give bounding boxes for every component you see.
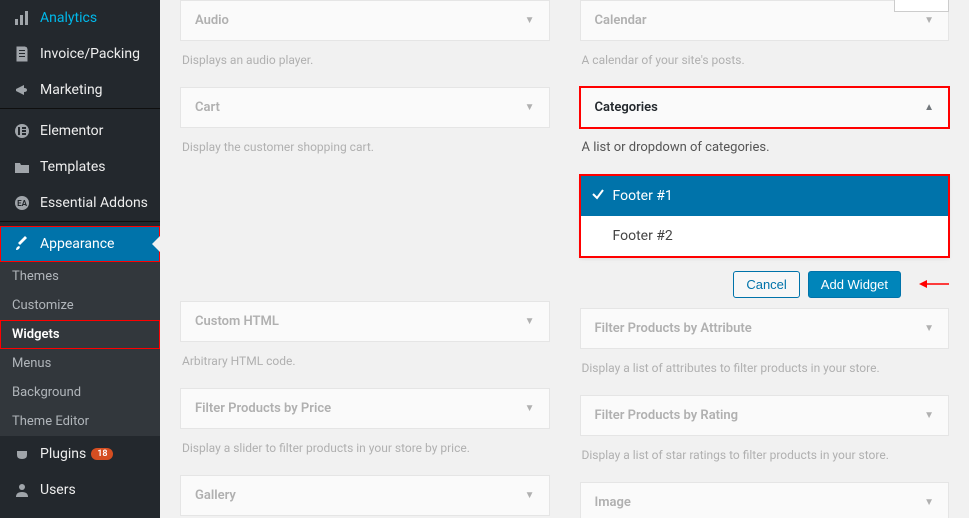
sidebar-item-label: Essential Addons xyxy=(40,195,148,211)
folder-icon xyxy=(12,157,32,177)
chevron-down-icon: ▼ xyxy=(924,323,934,334)
sidebar-item-label: Plugins xyxy=(40,446,86,462)
analytics-icon xyxy=(12,8,32,28)
check-icon xyxy=(591,187,605,205)
widget-categories-desc: A list or dropdown of categories. xyxy=(580,128,950,175)
essential-addons-icon: EA xyxy=(12,193,32,213)
widget-filter-attribute-desc: Display a list of attributes to filter p… xyxy=(580,349,950,395)
sidebar-item-essential-addons[interactable]: EA Essential Addons xyxy=(0,185,160,221)
chevron-down-icon: ▼ xyxy=(525,316,535,327)
chevron-down-icon: ▼ xyxy=(924,410,934,421)
brush-icon xyxy=(12,234,32,254)
sidebar-item-label: Users xyxy=(40,482,76,498)
document-icon xyxy=(12,44,32,64)
sidebar-item-label: Appearance xyxy=(40,236,114,252)
annotation-arrow-icon xyxy=(919,272,949,297)
widget-audio-desc: Displays an audio player. xyxy=(180,41,550,87)
chevron-down-icon: ▼ xyxy=(924,15,934,26)
sidebar-item-label: Analytics xyxy=(40,10,97,26)
submenu-themes[interactable]: Themes xyxy=(0,262,160,291)
widget-filter-attribute[interactable]: Filter Products by Attribute ▼ xyxy=(580,308,950,349)
plugin-icon xyxy=(12,444,32,464)
chevron-down-icon: ▼ xyxy=(525,15,535,26)
cancel-button[interactable]: Cancel xyxy=(733,271,799,298)
dropdown-option-footer-2[interactable]: Footer #2 xyxy=(581,216,949,256)
submenu-customize[interactable]: Customize xyxy=(0,291,160,320)
widget-filter-rating-desc: Display a list of star ratings to filter… xyxy=(580,436,950,482)
sidebar-item-label: Elementor xyxy=(40,123,103,139)
add-widget-button[interactable]: Add Widget xyxy=(808,271,901,298)
appearance-submenu: Themes Customize Widgets Menus Backgroun… xyxy=(0,262,160,436)
sidebar-item-marketing[interactable]: Marketing xyxy=(0,72,160,108)
widget-custom-html-desc: Arbitrary HTML code. xyxy=(180,342,550,388)
sidebar-item-plugins[interactable]: Plugins 18 xyxy=(0,436,160,472)
widget-filter-rating[interactable]: Filter Products by Rating ▼ xyxy=(580,395,950,436)
widgets-right-column: Calendar ▼ A calendar of your site's pos… xyxy=(580,0,950,518)
widget-cart-desc: Display the customer shopping cart. xyxy=(180,128,550,174)
widget-custom-html[interactable]: Custom HTML ▼ xyxy=(180,301,550,342)
sidebar-item-templates[interactable]: Templates xyxy=(0,149,160,185)
user-icon xyxy=(12,480,32,500)
sidebar-item-label: Templates xyxy=(40,159,106,175)
chevron-up-icon: ▲ xyxy=(924,102,934,113)
sidebar-item-invoice[interactable]: Invoice/Packing xyxy=(0,36,160,72)
screen-options-partial[interactable] xyxy=(894,0,949,12)
sidebar-item-elementor[interactable]: Elementor xyxy=(0,113,160,149)
widgets-left-column: Audio ▼ Displays an audio player. Cart ▼… xyxy=(180,0,550,518)
chevron-down-icon: ▼ xyxy=(924,497,934,508)
submenu-menus[interactable]: Menus xyxy=(0,349,160,378)
sidebar-item-label: Invoice/Packing xyxy=(40,46,140,62)
sidebar-item-label: Marketing xyxy=(40,82,103,98)
widget-cart[interactable]: Cart ▼ xyxy=(180,87,550,128)
chevron-down-icon: ▼ xyxy=(525,403,535,414)
widget-image[interactable]: Image ▼ xyxy=(580,482,950,518)
submenu-widgets[interactable]: Widgets xyxy=(0,320,160,349)
widget-calendar-desc: A calendar of your site's posts. xyxy=(580,41,950,87)
widget-categories[interactable]: Categories ▲ xyxy=(580,87,950,128)
svg-text:EA: EA xyxy=(17,199,28,208)
sidebar-item-analytics[interactable]: Analytics xyxy=(0,0,160,36)
widget-actions: Cancel Add Widget xyxy=(580,261,950,308)
widget-gallery[interactable]: Gallery ▼ xyxy=(180,475,550,516)
active-arrow-icon xyxy=(152,236,160,252)
sidebar-item-appearance[interactable]: Appearance xyxy=(0,226,160,262)
main-content: Audio ▼ Displays an audio player. Cart ▼… xyxy=(160,0,969,518)
elementor-icon xyxy=(12,121,32,141)
submenu-theme-editor[interactable]: Theme Editor xyxy=(0,407,160,436)
widget-area-dropdown: Footer #1 Footer #2 xyxy=(580,175,950,257)
widget-filter-price-desc: Display a slider to filter products in y… xyxy=(180,429,550,475)
widget-audio[interactable]: Audio ▼ xyxy=(180,0,550,41)
admin-sidebar: Analytics Invoice/Packing Marketing Elem… xyxy=(0,0,160,518)
dropdown-option-footer-1[interactable]: Footer #1 xyxy=(581,176,949,216)
submenu-background[interactable]: Background xyxy=(0,378,160,407)
chevron-down-icon: ▼ xyxy=(525,102,535,113)
plugins-badge: 18 xyxy=(91,448,113,460)
chevron-down-icon: ▼ xyxy=(525,490,535,501)
sidebar-item-users[interactable]: Users xyxy=(0,472,160,508)
megaphone-icon xyxy=(12,80,32,100)
widget-filter-price[interactable]: Filter Products by Price ▼ xyxy=(180,388,550,429)
